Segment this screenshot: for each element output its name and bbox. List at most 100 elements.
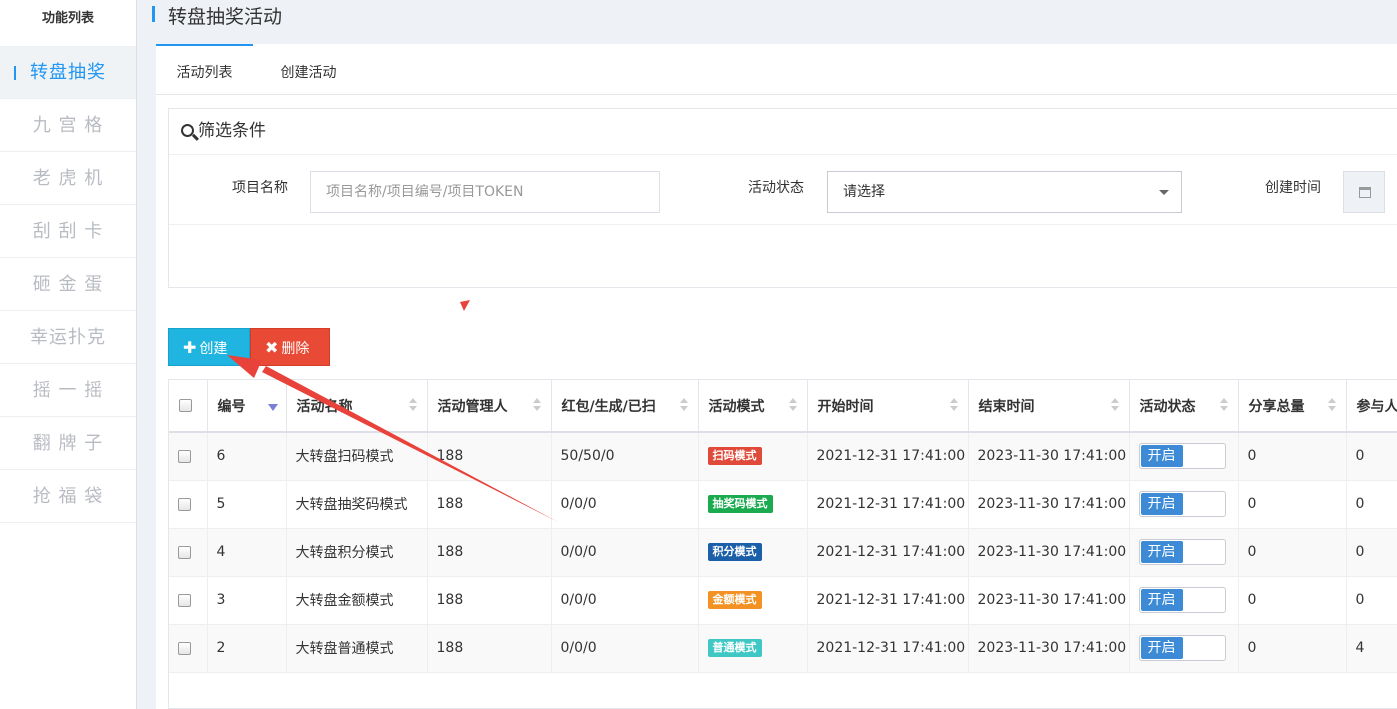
status-toggle-on-label: 开启: [1140, 445, 1183, 468]
sidebar-item-lucky-poker[interactable]: 幸运扑克: [0, 311, 136, 364]
mode-badge: 金额模式: [707, 591, 762, 609]
date-picker-button[interactable]: [1343, 171, 1385, 213]
column-header-status[interactable]: 活动状态: [1129, 380, 1239, 433]
row-checkbox[interactable]: [178, 449, 191, 463]
cell-id: 6: [207, 432, 287, 481]
table-row: 4 大转盘积分模式 188 0/0/0 积分模式 2021-12-31 17:4…: [169, 528, 1397, 577]
filter-title: 筛选条件: [198, 121, 266, 141]
cell-share: 0: [1238, 528, 1347, 577]
column-label: 分享总量: [1248, 398, 1305, 415]
column-label: 结束时间: [978, 398, 1035, 415]
column-header-start[interactable]: 开始时间: [807, 380, 969, 433]
cell-share: 0: [1238, 432, 1347, 481]
row-checkbox[interactable]: [178, 593, 191, 607]
activity-status-select[interactable]: 请选择: [827, 171, 1182, 213]
cell-manager: 188: [427, 432, 552, 481]
sort-icon: [1110, 398, 1119, 414]
mode-badge: 扫码模式: [707, 447, 762, 466]
column-label: 活动状态: [1139, 398, 1196, 415]
sidebar-item-slot-machine[interactable]: 老 虎 机: [0, 152, 136, 205]
mode-badge: 普通模式: [707, 639, 762, 657]
sort-icon: [679, 398, 688, 414]
page-title: 转盘抽奖活动: [168, 6, 283, 28]
sidebar-item-wheel[interactable]: 转盘抽奖: [0, 46, 136, 99]
cell-redpack: 0/0/0: [551, 480, 699, 529]
cell-name: 大转盘金额模式: [286, 576, 428, 625]
table-row: 6 大转盘扫码模式 188 50/50/0 扫码模式 2021-12-31 17…: [169, 432, 1397, 481]
filter-box: 筛选条件 项目名称 活动状态 请选择 创建时间: [168, 108, 1397, 288]
project-name-input[interactable]: [310, 171, 660, 213]
create-button[interactable]: ✚ 创建: [168, 328, 250, 366]
cell-manager: 188: [427, 528, 552, 577]
sidebar-item-scratch-card[interactable]: 刮 刮 卡: [0, 205, 136, 258]
column-label: 参与人: [1356, 398, 1397, 415]
table-row: 5 大转盘抽奖码模式 188 0/0/0 抽奖码模式 2021-12-31 17…: [169, 480, 1397, 529]
row-checkbox[interactable]: [178, 641, 191, 655]
delete-button-label: 删除: [281, 341, 310, 357]
row-checkbox[interactable]: [178, 497, 191, 511]
sidebar: 功能列表 转盘抽奖 九 宫 格 老 虎 机 刮 刮 卡 砸 金 蛋 幸运扑克 摇…: [0, 0, 137, 709]
page-header: 转盘抽奖活动: [137, 0, 1397, 44]
sidebar-item-smash-egg[interactable]: 砸 金 蛋: [0, 258, 136, 311]
plus-icon: ✚: [183, 338, 197, 357]
project-name-label: 项目名称: [232, 180, 288, 196]
mode-badge: 积分模式: [707, 543, 762, 561]
status-toggle[interactable]: 开启: [1138, 539, 1226, 565]
cell-id: 5: [207, 480, 287, 529]
cell-participants: 0: [1346, 480, 1397, 529]
cell-redpack: 50/50/0: [551, 432, 699, 481]
column-label: 红包/生成/已扫: [561, 398, 656, 415]
main-panel: 活动列表 创建活动 筛选条件 项目名称 活动状态 请选择 创建时间 ✚创建 ✖删…: [156, 44, 1397, 709]
column-header-id[interactable]: 编号: [207, 380, 287, 433]
close-icon: ✖: [265, 338, 279, 357]
sidebar-item-flip-card[interactable]: 翻 牌 子: [0, 417, 136, 470]
cell-start-time: 2021-12-31 17:41:00: [807, 528, 969, 577]
cell-end-time: 2023-11-30 17:41:00: [968, 528, 1130, 577]
sidebar-item-shake[interactable]: 摇 一 摇: [0, 364, 136, 417]
filter-fields: 项目名称 活动状态 请选择 创建时间: [169, 155, 1397, 225]
cell-id: 3: [207, 576, 287, 625]
column-header-manager[interactable]: 活动管理人: [427, 380, 552, 433]
column-header-share[interactable]: 分享总量: [1238, 380, 1347, 433]
tab-activity-list[interactable]: 活动列表: [156, 44, 253, 95]
status-toggle[interactable]: 开启: [1138, 587, 1226, 613]
column-header-end[interactable]: 结束时间: [968, 380, 1130, 433]
tab-create-activity[interactable]: 创建活动: [266, 44, 351, 95]
row-checkbox[interactable]: [178, 545, 191, 559]
column-header-mode[interactable]: 活动模式: [698, 380, 808, 433]
column-label: 活动管理人: [437, 398, 508, 415]
column-label: 编号: [217, 398, 246, 415]
sidebar-item-nine-grid[interactable]: 九 宫 格: [0, 99, 136, 152]
status-toggle[interactable]: 开启: [1138, 491, 1226, 517]
title-accent-bar: [152, 6, 155, 22]
cell-start-time: 2021-12-31 17:41:00: [807, 624, 969, 673]
cell-end-time: 2023-11-30 17:41:00: [968, 480, 1130, 529]
column-label: 开始时间: [817, 398, 874, 415]
status-toggle[interactable]: 开启: [1138, 635, 1226, 661]
table-row: 2 大转盘普通模式 188 0/0/0 普通模式 2021-12-31 17:4…: [169, 624, 1397, 673]
status-toggle-on-label: 开启: [1140, 541, 1183, 563]
column-header-participants[interactable]: 参与人: [1346, 380, 1397, 433]
delete-button[interactable]: ✖ 删除: [250, 328, 330, 366]
column-label: 活动名称: [296, 398, 353, 415]
table-header-row: 编号 活动名称 活动管理人 红包/生成/已扫 活动模式 开始时间 结束时间 活动…: [169, 380, 1397, 433]
cell-start-time: 2021-12-31 17:41:00: [807, 432, 969, 481]
table-body: 6 大转盘扫码模式 188 50/50/0 扫码模式 2021-12-31 17…: [169, 432, 1397, 673]
cell-redpack: 0/0/0: [551, 576, 699, 625]
activity-table-wrapper: 编号 活动名称 活动管理人 红包/生成/已扫 活动模式 开始时间 结束时间 活动…: [168, 379, 1397, 709]
activity-table: 编号 活动名称 活动管理人 红包/生成/已扫 活动模式 开始时间 结束时间 活动…: [169, 380, 1397, 673]
mode-badge: 抽奖码模式: [707, 495, 773, 513]
create-time-label: 创建时间: [1265, 180, 1321, 196]
sidebar-item-lucky-bag[interactable]: 抢 福 袋: [0, 470, 136, 523]
search-icon: [181, 124, 194, 137]
tab-bar: 活动列表 创建活动: [156, 44, 1397, 95]
select-all-checkbox[interactable]: [179, 399, 192, 412]
filter-header: 筛选条件: [169, 109, 1397, 155]
column-header-name[interactable]: 活动名称: [286, 380, 428, 433]
sidebar-title: 功能列表: [41, 11, 94, 26]
cell-manager: 188: [427, 480, 552, 529]
caret-down-icon: [1159, 190, 1169, 195]
sort-icon: [408, 398, 417, 414]
status-toggle[interactable]: 开启: [1138, 443, 1226, 470]
column-header-redpack[interactable]: 红包/生成/已扫: [551, 380, 699, 433]
